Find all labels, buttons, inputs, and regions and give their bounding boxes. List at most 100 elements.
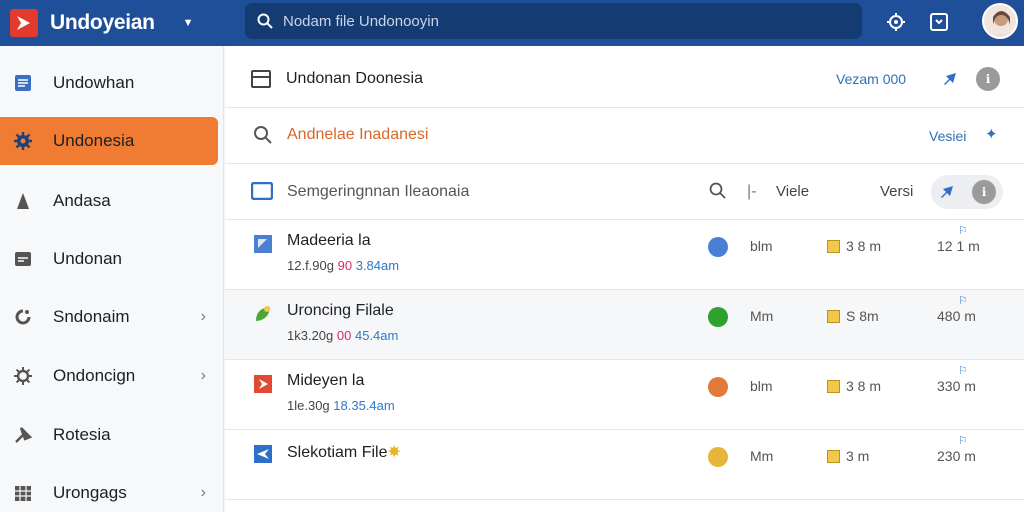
tag-icon	[827, 310, 840, 323]
send-file-icon	[254, 445, 272, 463]
top-bar: Undoyeian ▼	[0, 0, 1024, 46]
status-icon	[708, 447, 728, 467]
sidebar-item-label: Undonan	[53, 249, 123, 268]
share-icon[interactable]	[941, 70, 961, 88]
cell-visible: blm	[750, 238, 773, 254]
sidebar-item-label: Urongags	[53, 483, 127, 502]
sidebar-item-label: Undowhan	[53, 73, 135, 92]
folder-icon	[251, 182, 273, 200]
cell-versi: 230 m	[937, 448, 976, 464]
sidebar-item-undowhan[interactable]: Undowhan	[0, 59, 218, 107]
main-panel: Undonan Doonesia Vezam 000 ℹ Andnelae In…	[225, 46, 1024, 512]
column-versi[interactable]: Versi	[880, 183, 913, 200]
folder-icon	[12, 248, 34, 270]
file-name: Mideyen la	[287, 372, 365, 389]
share-icon[interactable]	[938, 183, 958, 201]
tag-icon	[827, 380, 840, 393]
search-row: Andnelae Inadanesi Vesiei ✦	[225, 108, 1024, 164]
file-name: Madeeria la	[287, 232, 371, 249]
grid-icon	[12, 482, 34, 504]
info-icon[interactable]: ℹ	[972, 180, 996, 204]
sidebar-item-label: Undonesia	[53, 131, 135, 150]
app-logo-icon	[10, 9, 38, 37]
table-row[interactable]: Slekotiam File✸ Mm 3 m ⚐ 230 m	[225, 430, 1024, 500]
refresh-icon	[12, 306, 34, 328]
cell-size: 3 m	[846, 448, 870, 464]
app-name: Undoyeian	[50, 11, 155, 34]
search-icon[interactable]	[709, 182, 727, 200]
sidebar-item-label: Rotesia	[53, 425, 111, 444]
filter-label: Semgeringnnan Ileaonaia	[287, 183, 470, 200]
download-icon[interactable]	[928, 11, 950, 33]
file-name: Slekotiam File✸	[287, 444, 401, 461]
play-file-icon	[254, 375, 272, 393]
chevron-down-icon[interactable]: ▼	[183, 17, 194, 29]
search-input[interactable]	[283, 12, 823, 30]
search-icon	[254, 126, 272, 144]
avatar[interactable]	[982, 3, 1018, 39]
sidebar: Undowhan Undonesia Andasa Undonan Sndona…	[0, 46, 224, 512]
page-title: Undonan Doonesia	[286, 70, 423, 87]
sidebar-item-ondoncign[interactable]: Ondoncign ›	[0, 352, 218, 400]
cell-visible: Mm	[750, 308, 774, 324]
flag-icon: ⚐	[958, 435, 968, 447]
tag-icon	[827, 450, 840, 463]
tools-icon	[12, 424, 34, 446]
cell-versi: 480 m	[937, 308, 976, 324]
filter-row: Semgeringnnan Ileaonaia |- Viele Versi ℹ	[225, 164, 1024, 220]
cell-versi: 12 1 m	[937, 238, 980, 254]
info-icon[interactable]: ℹ	[976, 67, 1000, 91]
file-meta: 1le.30g 18.35.4am	[287, 398, 395, 413]
cell-versi: 330 m	[937, 378, 976, 394]
sidebar-item-urongags[interactable]: Urongags ›	[0, 469, 218, 512]
status-icon	[708, 377, 728, 397]
star-icon: ✸	[387, 444, 401, 461]
cell-size: S 8m	[846, 308, 879, 324]
flag-icon: ⚐	[958, 365, 968, 377]
tag-icon	[827, 240, 840, 253]
window-icon	[251, 70, 271, 88]
sort-icon[interactable]: |-	[747, 183, 756, 201]
settings-icon[interactable]	[885, 11, 907, 33]
file-name: Uroncing Filale	[287, 302, 394, 319]
search-query[interactable]: Andnelae Inadanesi	[287, 126, 428, 144]
file-meta: 1k3.20g 00 45.4am	[287, 328, 399, 343]
search-bar[interactable]	[245, 3, 862, 39]
document-icon	[254, 235, 272, 253]
cell-size: 3 8 m	[846, 378, 882, 394]
chevron-right-icon[interactable]: ›	[201, 484, 206, 502]
search-icon	[257, 13, 273, 29]
content-header: Undonan Doonesia Vezam 000 ℹ	[225, 56, 1024, 108]
chevron-right-icon[interactable]: ›	[201, 367, 206, 385]
sidebar-item-label: Sndonaim	[53, 307, 130, 326]
status-icon	[708, 307, 728, 327]
sidebar-item-andasa[interactable]: Andasa	[0, 177, 218, 225]
version-link[interactable]: Vesiei	[929, 128, 966, 144]
document-icon	[12, 72, 34, 94]
table-row[interactable]: Mideyen la 1le.30g 18.35.4am blm 3 8 m ⚐…	[225, 360, 1024, 430]
sidebar-item-label: Ondoncign	[53, 366, 136, 385]
chevron-right-icon[interactable]: ›	[201, 308, 206, 326]
settings-icon	[12, 365, 34, 387]
file-meta: 12.f.90g 90 3.84am	[287, 258, 400, 273]
action-toggle[interactable]: ℹ	[931, 175, 1003, 209]
version-label[interactable]: Vezam 000	[836, 71, 906, 87]
cell-size: 3 8 m	[846, 238, 882, 254]
cell-visible: Mm	[750, 448, 774, 464]
column-visible[interactable]: Viele	[776, 183, 809, 200]
brand[interactable]: Undoyeian ▼	[0, 0, 224, 46]
gear-icon	[12, 130, 34, 152]
flag-icon: ⚐	[958, 295, 968, 307]
sidebar-item-label: Andasa	[53, 191, 111, 210]
sparkle-icon[interactable]: ✦	[985, 125, 998, 143]
table-row[interactable]: Madeeria la 12.f.90g 90 3.84am blm 3 8 m…	[225, 220, 1024, 290]
sidebar-item-rotesia[interactable]: Rotesia	[0, 411, 218, 459]
sidebar-item-undonan[interactable]: Undonan	[0, 235, 218, 283]
sidebar-item-undonesia[interactable]: Undonesia	[0, 117, 218, 165]
flag-icon: ⚐	[958, 225, 968, 237]
user-icon	[12, 190, 34, 212]
status-icon	[708, 237, 728, 257]
leaf-icon	[256, 306, 270, 321]
table-row[interactable]: Uroncing Filale 1k3.20g 00 45.4am Mm S 8…	[225, 290, 1024, 360]
sidebar-item-sndonaim[interactable]: Sndonaim ›	[0, 293, 218, 341]
